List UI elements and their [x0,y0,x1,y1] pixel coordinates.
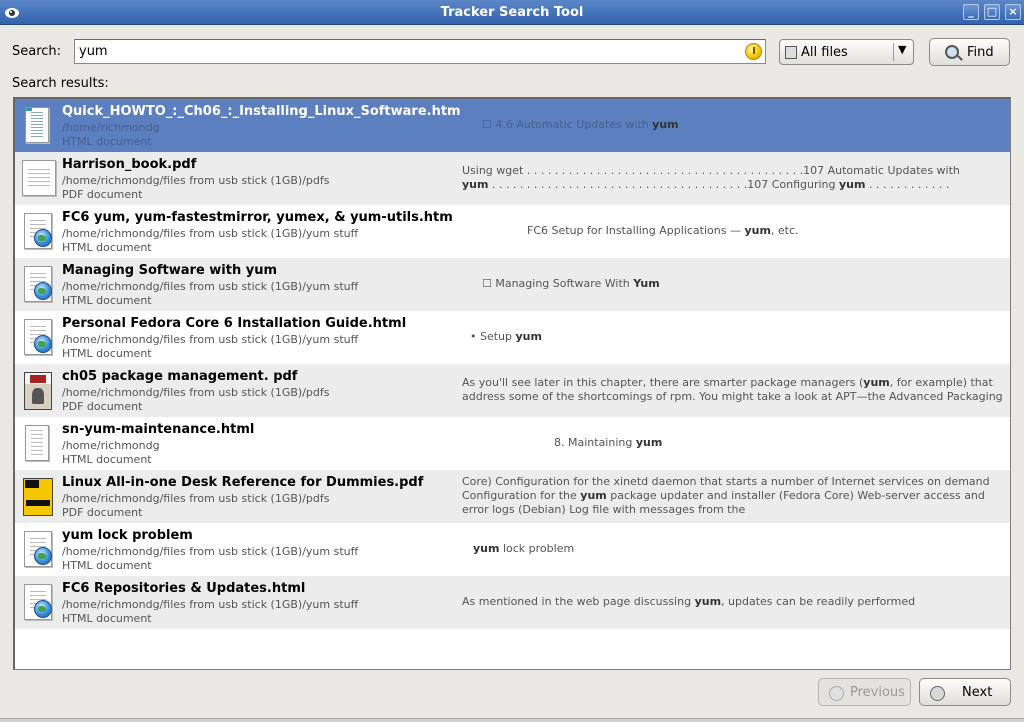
result-snippet: Core) Configuration for the xinetd daemo… [462,475,990,516]
result-snippet: FC6 Setup for Installing Applications — … [527,224,799,237]
result-path: /home/richmondg [62,439,160,452]
result-name: Personal Fedora Core 6 Installation Guid… [62,316,407,331]
result-type: HTML document [62,559,152,572]
next-icon [930,686,945,701]
result-row[interactable]: Personal Fedora Core 6 Installation Guid… [15,311,1010,364]
result-name: FC6 Repositories & Updates.html [62,581,306,596]
result-name: Linux All-in-one Desk Reference for Dumm… [62,475,424,490]
result-type: HTML document [62,347,152,360]
html-globe-icon [20,264,52,304]
find-button[interactable]: Find [929,38,1010,66]
html-globe-icon [20,211,52,251]
result-path: /home/richmondg/files from usb stick (1G… [62,280,359,293]
title-bar[interactable]: Tracker Search Tool _ □ × [0,0,1024,25]
result-path: /home/richmondg/files from usb stick (1G… [62,227,359,240]
result-snippet: Using wget . . . . . . . . . . . . . . .… [462,164,960,191]
result-snippet: ☐ 4.6 Automatic Updates with yum [482,118,679,131]
html-globe-icon [20,582,52,622]
text-page-icon [20,423,52,463]
pdf-page-icon [20,158,56,198]
result-row[interactable]: yum lock problem /home/richmondg/files f… [15,523,1010,576]
result-row[interactable]: ch05 package management. pdf /home/richm… [15,364,1010,417]
html-globe-icon [20,529,52,569]
result-type: HTML document [62,241,152,254]
find-button-label: Find [967,45,994,60]
search-label: Search: [12,44,62,59]
file-type-filter[interactable]: All files ▼ [779,39,914,65]
result-path: /home/richmondg/files from usb stick (1G… [62,386,330,399]
result-path: /home/richmondg/files from usb stick (1G… [62,333,359,346]
result-type: HTML document [62,612,152,625]
result-row[interactable]: sn-yum-maintenance.html /home/richmondg … [15,417,1010,470]
result-row[interactable]: FC6 Repositories & Updates.html /home/ri… [15,576,1010,629]
files-icon [785,46,797,59]
result-row[interactable]: Linux All-in-one Desk Reference for Dumm… [15,470,1010,523]
book-cover-icon [20,370,52,410]
result-type: HTML document [62,453,152,466]
close-button[interactable]: × [1005,4,1021,20]
dummies-cover-icon [20,476,53,516]
previous-button[interactable]: Previous [818,678,911,706]
result-snippet: As mentioned in the web page discussing … [462,595,916,608]
result-row[interactable]: Harrison_book.pdf /home/richmondg/files … [15,152,1010,205]
previous-icon [829,686,844,701]
minimize-button[interactable]: _ [963,4,979,20]
result-type: PDF document [62,506,143,519]
result-snippet: • Setup yum [470,330,542,343]
results-list[interactable]: Quick_HOWTO_:_Ch06_:_Installing_Linux_So… [13,97,1011,670]
magnifier-icon [945,45,959,59]
text-page-icon [20,105,52,145]
result-path: /home/richmondg [62,121,160,134]
result-type: HTML document [62,294,152,307]
result-type: PDF document [62,400,143,413]
next-button-label: Next [962,685,993,700]
result-snippet: yum lock problem [473,542,575,555]
result-snippet: ☐ Managing Software With Yum [482,277,660,290]
search-input[interactable]: yum [74,39,766,64]
window-title: Tracker Search Tool [440,5,584,20]
result-path: /home/richmondg/files from usb stick (1G… [62,545,359,558]
result-type: PDF document [62,188,143,201]
result-name: Managing Software with yum [62,263,278,278]
result-type: HTML document [62,135,152,148]
search-status-icon [745,43,762,60]
result-name: ch05 package management. pdf [62,369,298,384]
result-row[interactable]: Quick_HOWTO_:_Ch06_:_Installing_Linux_So… [15,99,1010,152]
result-path: /home/richmondg/files from usb stick (1G… [62,598,359,611]
maximize-button[interactable]: □ [984,4,1000,20]
next-button[interactable]: Next [919,678,1011,706]
window-bottom-edge [0,718,1024,722]
html-globe-icon [20,317,52,357]
result-name: FC6 yum, yum-fastestmirror, yumex, & yum… [62,210,453,225]
result-name: yum lock problem [62,528,193,543]
result-name: Quick_HOWTO_:_Ch06_:_Installing_Linux_So… [62,104,460,119]
result-snippet: As you'll see later in this chapter, the… [462,376,1003,403]
results-label: Search results: [12,76,109,91]
result-row[interactable]: Managing Software with yum /home/richmon… [15,258,1010,311]
result-snippet: 8. Maintaining yum [554,436,663,449]
result-name: sn-yum-maintenance.html [62,422,255,437]
chevron-down-icon[interactable]: ▼ [898,43,906,56]
file-type-filter-value: All files [801,45,848,60]
result-name: Harrison_book.pdf [62,157,197,172]
previous-button-label: Previous [850,685,905,700]
result-path: /home/richmondg/files from usb stick (1G… [62,492,330,505]
result-path: /home/richmondg/files from usb stick (1G… [62,174,330,187]
result-row[interactable]: FC6 yum, yum-fastestmirror, yumex, & yum… [15,205,1010,258]
